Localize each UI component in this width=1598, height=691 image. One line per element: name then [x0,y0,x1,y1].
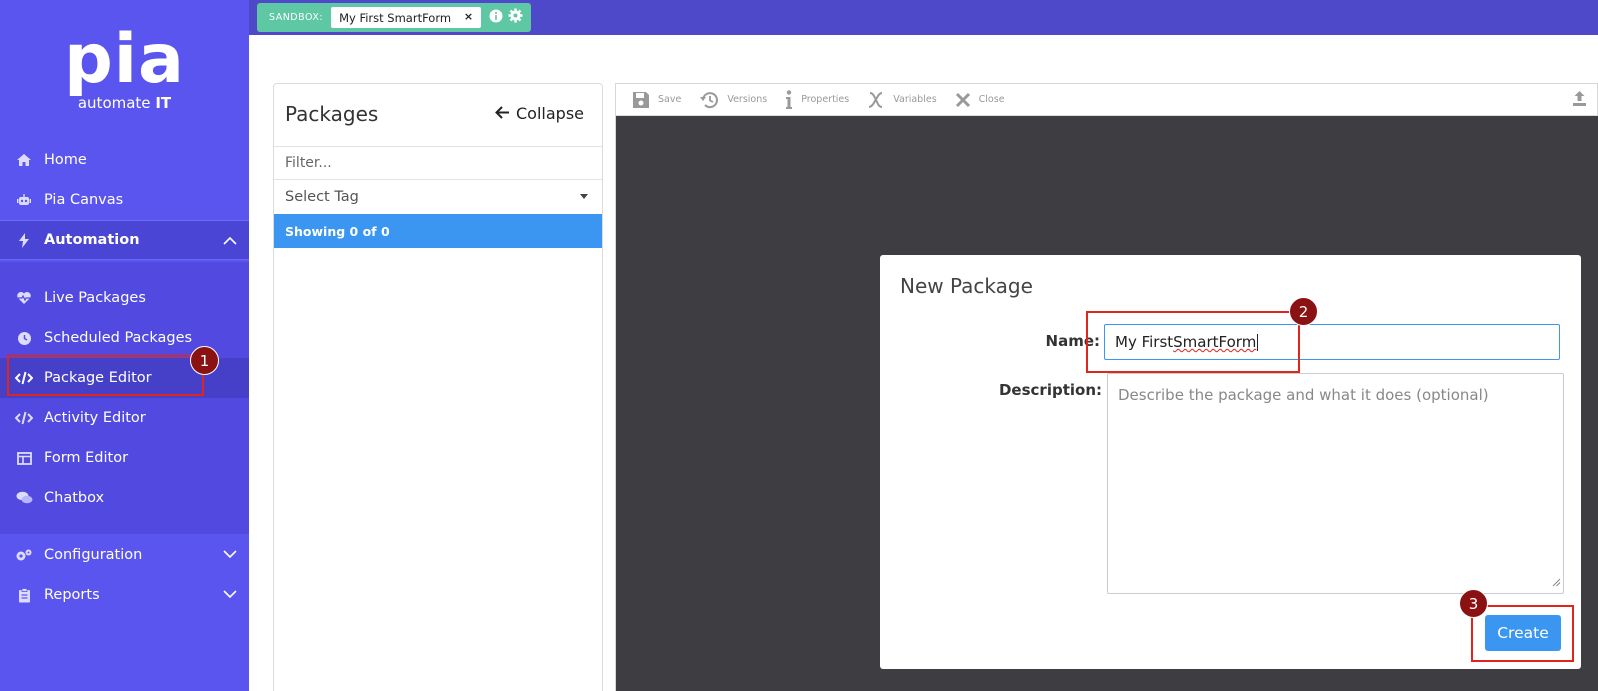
save-label: Save [658,94,682,105]
select-tag-dropdown[interactable]: Select Tag [274,180,602,214]
showing-count: Showing 0 of 0 [274,214,602,248]
sidebar-item-label: Configuration [44,547,143,563]
sidebar-item-label: Live Packages [44,290,146,306]
sandbox-label: SANDBOX: [269,12,324,23]
sidebar-item-configuration[interactable]: Configuration [0,535,249,575]
properties-button[interactable]: Properties [785,89,850,110]
sidebar-item-label: Activity Editor [44,410,146,426]
gears-icon [15,546,33,564]
logo-tagline: automate IT [0,94,249,112]
packages-panel: Packages Collapse Filter... Select Tag S… [273,83,603,691]
info-icon[interactable] [489,8,503,27]
top-bar: SANDBOX: My First SmartForm × [249,0,1598,35]
chat-icon [15,489,33,507]
home-icon [15,151,33,169]
select-tag-value: Select Tag [285,189,359,205]
versions-button[interactable]: Versions [699,91,767,109]
logo-tagline-bold: IT [155,94,172,112]
properties-label: Properties [801,94,850,105]
close-icon [955,92,971,108]
pia-logo[interactable]: pia automate IT [0,20,249,113]
sidebar-item-home[interactable]: Home [0,140,249,180]
heart-pulse-icon [15,289,33,307]
close-icon[interactable]: × [464,10,473,23]
sidebar-item-label: Home [44,152,87,168]
sandbox-name-pill[interactable]: My First SmartForm × [331,7,482,28]
chevron-down-icon [223,547,237,563]
variable-x-icon [867,91,885,109]
sidebar: pia automate IT Home Pia Canvas Automati… [0,0,249,691]
bolt-icon [15,231,33,249]
dialog-title: New Package [900,274,1033,298]
description-placeholder: Describe the package and what it does (o… [1118,386,1489,404]
robot-icon [15,191,33,209]
sidebar-item-reports[interactable]: Reports [0,575,249,615]
chevron-down-icon [223,587,237,603]
sidebar-item-automation[interactable]: Automation [0,220,249,260]
filter-input[interactable]: Filter... [274,147,602,180]
step-badge-1: 1 [190,346,219,375]
highlight-box-step-3 [1471,605,1574,662]
highlight-box-step-1 [7,355,204,396]
sidebar-item-label: Form Editor [44,450,129,466]
collapse-label: Collapse [516,104,584,123]
close-button[interactable]: Close [955,92,1005,108]
sidebar-item-pia-canvas[interactable]: Pia Canvas [0,180,249,220]
info-icon [785,89,793,110]
highlight-box-step-2 [1086,311,1300,373]
sidebar-item-label: Automation [44,232,140,248]
editor-toolbar: Save Versions Properties Variables Close [616,84,1597,116]
packages-title: Packages [285,102,379,126]
code-icon [15,409,33,427]
upload-icon[interactable] [1572,90,1587,111]
collapse-button[interactable]: Collapse [495,104,584,123]
arrow-left-icon [495,104,510,123]
sandbox-name: My First SmartForm [339,10,452,25]
logo-tagline-prefix: automate [77,94,156,112]
versions-label: Versions [727,94,768,105]
logo-wordmark: pia [64,20,185,99]
step-badge-3: 3 [1459,589,1488,618]
sidebar-item-label: Pia Canvas [44,192,124,208]
clipboard-icon [15,586,33,604]
gear-icon[interactable] [508,8,523,27]
caret-down-icon [580,194,588,199]
variables-button[interactable]: Variables [867,91,937,109]
sidebar-item-label: Reports [44,587,100,603]
sidebar-item-chatbox[interactable]: Chatbox [0,478,249,518]
variables-label: Variables [893,94,937,105]
form-icon [15,449,33,467]
step-badge-2: 2 [1289,297,1318,326]
chevron-up-icon [223,233,237,249]
sidebar-item-label: Scheduled Packages [44,330,193,346]
resize-grip-icon[interactable] [1552,573,1561,591]
save-button[interactable]: Save [632,91,681,109]
description-label: Description: [998,381,1102,399]
sidebar-item-live-packages[interactable]: Live Packages [0,278,249,318]
sidebar-item-label: Chatbox [44,490,105,506]
sidebar-item-activity-editor[interactable]: Activity Editor [0,398,249,438]
close-label: Close [978,94,1005,105]
history-icon [699,91,719,109]
floppy-icon [632,91,650,109]
description-textarea[interactable]: Describe the package and what it does (o… [1107,373,1564,594]
sandbox-indicator: SANDBOX: My First SmartForm × [257,3,531,32]
clock-icon [15,329,33,347]
sidebar-item-form-editor[interactable]: Form Editor [0,438,249,478]
